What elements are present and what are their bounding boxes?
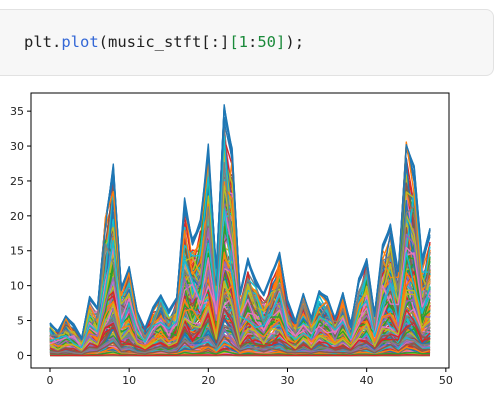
y-tick-label: 0 bbox=[17, 349, 24, 362]
x-tick-label: 50 bbox=[439, 374, 453, 387]
code-token: plt. bbox=[24, 33, 61, 51]
code-line: plt.plot(music_stft[:][1:50]); bbox=[24, 33, 304, 51]
y-tick-label: 15 bbox=[10, 245, 24, 258]
x-tick-label: 20 bbox=[201, 374, 215, 387]
y-tick-label: 30 bbox=[10, 140, 24, 153]
x-tick-label: 30 bbox=[281, 374, 295, 387]
cell-output: 0 10 20 30 40 50 0 5 10 15 20 25 30 35 bbox=[0, 86, 496, 404]
code-token: (music_stft[:] bbox=[99, 33, 230, 51]
y-tick-label: 10 bbox=[10, 280, 24, 293]
series-line bbox=[50, 355, 430, 356]
x-tick-label: 40 bbox=[360, 374, 374, 387]
code-token: 50 bbox=[257, 33, 276, 51]
y-tick-label: 20 bbox=[10, 210, 24, 223]
line-chart: 0 10 20 30 40 50 0 5 10 15 20 25 30 35 bbox=[0, 86, 496, 404]
y-tick-label: 25 bbox=[10, 175, 24, 188]
code-token: ] bbox=[276, 33, 285, 51]
code-token: : bbox=[248, 33, 257, 51]
code-token: ); bbox=[285, 33, 304, 51]
series-group bbox=[50, 105, 430, 356]
code-cell[interactable]: plt.plot(music_stft[:][1:50]); bbox=[0, 9, 494, 76]
code-token: [ bbox=[229, 33, 238, 51]
code-token: 1 bbox=[239, 33, 248, 51]
x-tick-label: 0 bbox=[47, 374, 54, 387]
y-tick-label: 35 bbox=[10, 105, 24, 118]
y-tick-label: 5 bbox=[17, 315, 24, 328]
x-tick-label: 10 bbox=[122, 374, 136, 387]
code-token: plot bbox=[61, 33, 98, 51]
